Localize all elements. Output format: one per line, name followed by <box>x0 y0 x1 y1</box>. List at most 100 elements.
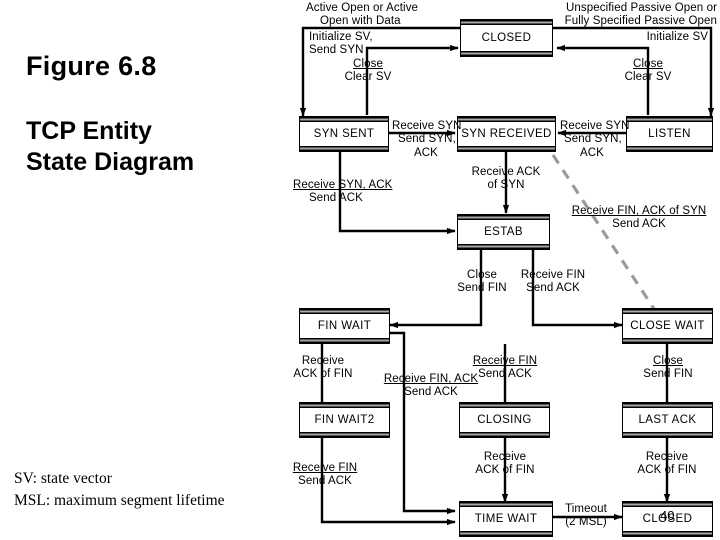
label-line: Send ACK <box>526 282 580 295</box>
label-fin-wait2-fin: Receive FIN Send ACK <box>284 462 366 489</box>
label-sent-to-estab: Receive SYN, ACK Send ACK <box>293 179 392 206</box>
label-line: ACK of FIN <box>637 464 697 477</box>
label-line: Receive FIN <box>472 355 538 367</box>
label-line: Receive <box>645 451 689 463</box>
label-received-to-estab: Receive ACK of SYN <box>459 166 553 193</box>
label-passive-open: Unspecified Passive Open or Fully Specif… <box>460 2 717 29</box>
box-base <box>458 244 549 249</box>
label-initialize-sv: Initialize SV <box>560 31 708 44</box>
state-close-wait[interactable]: CLOSE WAIT <box>622 308 713 344</box>
state-label: SYN SENT <box>313 128 375 140</box>
box-base <box>300 338 389 343</box>
box-cap <box>623 502 712 507</box>
label-line: Clear SV <box>344 71 392 84</box>
label-line: of SYN <box>487 179 525 192</box>
label-syn-sent-to-received: Receive SYN Send SYN, ACK <box>392 120 462 160</box>
box-cap <box>300 117 388 122</box>
label-line: Close <box>353 58 383 70</box>
label-line: Send ACK <box>298 475 352 488</box>
state-label: FIN WAIT2 <box>314 414 375 426</box>
label-line: (2 MSL) <box>565 516 607 529</box>
label-line: Send FIN <box>457 282 507 295</box>
state-fin-wait2[interactable]: FIN WAIT2 <box>299 402 390 438</box>
box-cap <box>627 117 712 122</box>
label-closing-ack: Receive ACK of FIN <box>460 451 550 478</box>
box-base <box>460 531 552 536</box>
label-line: Receive SYN <box>560 120 630 132</box>
label-line: Send ACK <box>309 192 363 205</box>
label-line: ACK <box>414 146 438 159</box>
label-close-wait-close: Close Send FIN <box>634 355 702 382</box>
label-estab-fin: Receive FIN Send ACK <box>510 269 596 296</box>
label-received-to-close-wait: Receive FIN, ACK of SYN Send ACK <box>563 205 715 232</box>
figure-slide: Figure 6.8 TCP Entity State Diagram SV: … <box>0 0 720 540</box>
state-estab[interactable]: ESTAB <box>457 214 550 250</box>
state-label: LISTEN <box>648 128 691 140</box>
box-base <box>300 146 388 151</box>
label-line: Close <box>653 355 683 367</box>
state-label: CLOSING <box>477 414 532 426</box>
label-line: Open with Data <box>320 15 401 28</box>
state-label: TIME WAIT <box>474 513 538 525</box>
box-cap <box>300 309 389 314</box>
label-line: Send FIN <box>643 368 693 381</box>
state-syn-received[interactable]: SYN RECEIVED <box>457 116 556 152</box>
label-fin-wait-ack: Receive ACK of FIN <box>286 355 360 382</box>
label-line: Receive SYN, ACK <box>293 179 393 191</box>
state-label: CLOSE WAIT <box>630 320 705 332</box>
label-line: Unspecified Passive Open or <box>566 2 717 14</box>
label-line: Fully Specified Passive Open <box>564 15 717 28</box>
label-line: Receive <box>301 355 345 367</box>
label-line: Send ACK <box>478 368 532 381</box>
label-line: Close <box>467 269 497 281</box>
label-line: Send ACK <box>404 386 458 399</box>
label-fin-wait-fin: Receive FIN Send ACK <box>462 355 548 382</box>
box-base <box>460 432 549 437</box>
label-line: Send SYN <box>309 44 364 57</box>
box-base <box>461 51 552 56</box>
label-line: Clear SV <box>624 71 672 84</box>
label-listen-close: Close Clear SV <box>614 58 682 85</box>
label-line: Receive <box>483 451 527 463</box>
label-line: Receive ACK <box>471 166 541 178</box>
tcp-state-diagram: CLOSED SYN SENT SYN RECEIVED LISTEN ESTA… <box>0 0 720 540</box>
label-time-wait-timeout: Timeout (2 MSL) <box>553 503 619 530</box>
label-line: Active Open or Active <box>306 2 419 14</box>
label-estab-close: Close Send FIN <box>447 269 517 296</box>
state-label: SYN RECEIVED <box>461 128 552 140</box>
box-cap <box>460 502 552 507</box>
box-cap <box>623 309 712 314</box>
state-label: ESTAB <box>484 226 523 238</box>
box-cap <box>300 403 389 408</box>
label-line: Close <box>633 58 663 70</box>
label-initialize-sv-send-syn: Initialize SV, Send SYN <box>309 31 373 58</box>
label-line: Timeout <box>565 503 607 515</box>
state-fin-wait[interactable]: FIN WAIT <box>299 308 390 344</box>
state-closing[interactable]: CLOSING <box>459 402 550 438</box>
box-base <box>458 146 555 151</box>
page-number-artifact: 40 <box>660 508 675 523</box>
box-base <box>623 531 712 536</box>
box-base <box>623 432 712 437</box>
label-line: Initialize SV, <box>309 31 373 43</box>
box-cap <box>460 403 549 408</box>
state-last-ack[interactable]: LAST ACK <box>622 402 713 438</box>
state-listen[interactable]: LISTEN <box>626 116 713 152</box>
label-active-open: Active Open or Active Open with Data <box>306 2 418 29</box>
label-line: Receive FIN <box>292 462 358 474</box>
state-syn-sent[interactable]: SYN SENT <box>299 116 389 152</box>
state-label: LAST ACK <box>638 414 697 426</box>
state-label: FIN WAIT <box>317 320 372 332</box>
box-base <box>623 338 712 343</box>
label-line: Send SYN, <box>564 133 622 146</box>
label-line: Receive FIN <box>520 269 586 281</box>
label-line: Receive FIN, ACK of SYN <box>571 205 707 217</box>
state-label: CLOSED <box>481 32 532 44</box>
box-cap <box>458 117 555 122</box>
label-line: ACK of FIN <box>475 464 535 477</box>
box-base <box>300 432 389 437</box>
state-time-wait[interactable]: TIME WAIT <box>459 501 553 537</box>
label-last-ack-ack: Receive ACK of FIN <box>622 451 712 478</box>
label-line: ACK of FIN <box>293 368 353 381</box>
label-syn-sent-close: Close Clear SV <box>334 58 402 85</box>
